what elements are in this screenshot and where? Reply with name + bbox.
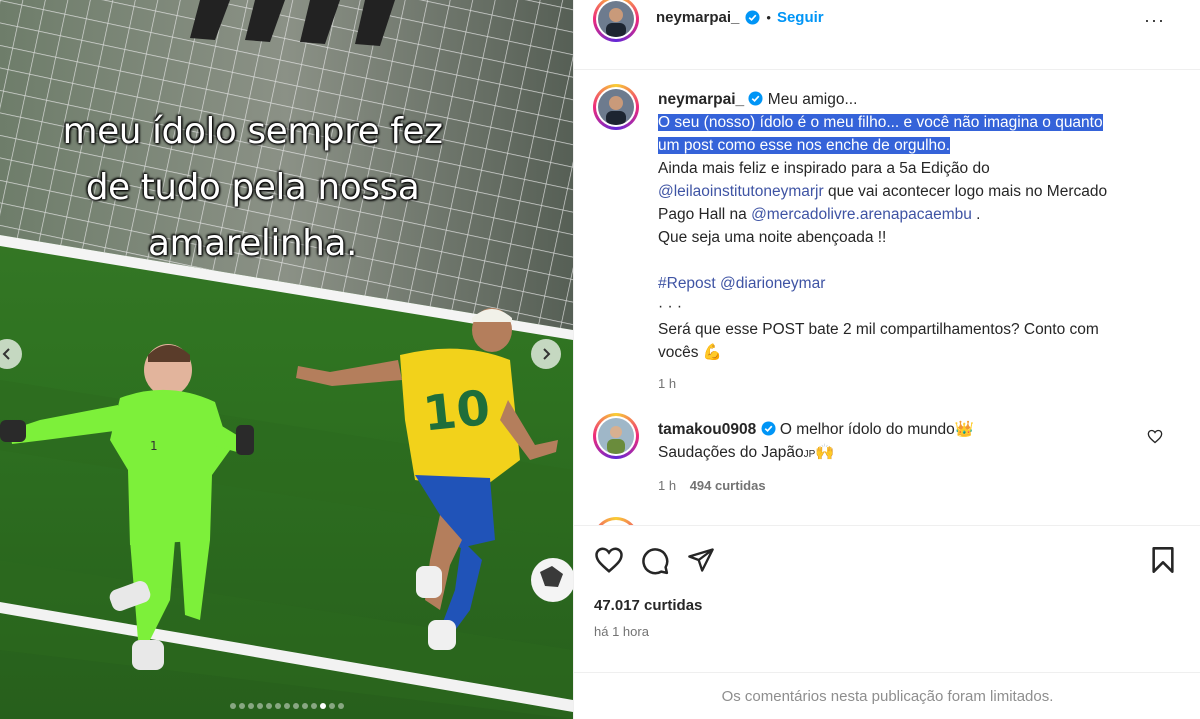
like-heart-icon[interactable]: [594, 546, 624, 574]
overlay-line-2: de tudo pela nossa: [85, 167, 420, 208]
post-time[interactable]: há 1 hora: [594, 624, 649, 639]
commenter-avatar[interactable]: [593, 413, 639, 459]
commenter-photo: [598, 418, 634, 454]
caption-time: 1 h: [658, 376, 677, 391]
caption-first-line: Meu amigo...: [767, 91, 858, 108]
post-actions: 47.017 curtidas há 1 hora Os comentários…: [574, 525, 1200, 719]
caption-line-c: Pago Hall na: [658, 206, 752, 223]
football: [531, 558, 573, 602]
carousel-next-button[interactable]: [531, 339, 561, 369]
more-options-button[interactable]: ···: [1144, 10, 1165, 31]
carousel-dot: [337, 703, 344, 709]
comments-limited-text: Os comentários nesta publicação foram li…: [721, 688, 1054, 705]
save-bookmark-icon[interactable]: [1150, 546, 1176, 574]
author-avatar[interactable]: [593, 0, 639, 42]
comment-text-2: Saudações do Japão: [658, 444, 804, 461]
video-caption-overlay: meu ídolo sempre fez de tudo pela nossa …: [0, 104, 505, 272]
carousel-dot: [229, 703, 236, 709]
carousel-dot: [265, 703, 272, 709]
author-photo: [598, 1, 634, 37]
caption-line-c-end: .: [971, 206, 981, 223]
carousel-dot: [274, 703, 281, 709]
overlay-line-1: meu ídolo sempre fez: [62, 111, 443, 152]
verified-badge-icon: [748, 91, 764, 106]
crown-icon: 👑: [954, 421, 975, 438]
comment-text-1: O melhor ídolo do mundo: [779, 421, 955, 438]
flexed-biceps-icon: 💪: [702, 344, 723, 361]
carousel-dot: [310, 703, 317, 709]
caption-line-d: Que seja uma noite abençoada !!: [658, 229, 887, 246]
likes-count[interactable]: 47.017 curtidas: [594, 597, 702, 614]
hashtag-repost-link[interactable]: #Repost: [658, 275, 716, 292]
share-paper-plane-icon[interactable]: [686, 546, 716, 574]
next-comment-avatar[interactable]: [593, 517, 639, 525]
commenter-username[interactable]: tamakou0908: [658, 421, 756, 438]
verified-badge-icon: [745, 10, 760, 25]
instagram-post-view: 1 10 meu ídolo sempre fez de tudo pela n…: [0, 0, 1200, 719]
caption-selected-line-1: O seu (nosso) ídolo é o meu filho... e v…: [658, 114, 1103, 131]
verified-badge-icon: [761, 421, 776, 436]
comment-bubble-icon[interactable]: [640, 546, 670, 576]
caption-author-photo: [598, 89, 634, 125]
carousel-dot: [238, 703, 245, 709]
carousel-dot: [256, 703, 263, 709]
follow-button[interactable]: Seguir: [777, 9, 824, 26]
carousel-dot: [328, 703, 335, 709]
mention-leilao-link[interactable]: @leilaoinstitutoneymarjr: [658, 183, 824, 200]
mention-mercadolivre-link[interactable]: @mercadolivre.arenapacaembu: [751, 206, 972, 223]
carousel-dot: [283, 703, 290, 709]
caption-line-a: Ainda mais feliz e inspirado para a 5a E…: [658, 160, 990, 177]
mention-diarioneymar-link[interactable]: @diarioneymar: [720, 275, 825, 292]
comment-item: tamakou0908 O melhor ídolo do mundo👑 Sau…: [658, 418, 1178, 497]
comment-likes[interactable]: 494 curtidas: [690, 478, 766, 493]
caption-line-b: que vai acontecer logo mais no Mercado: [823, 183, 1108, 200]
carousel-indicator: [0, 703, 573, 709]
header-separator: •: [766, 10, 771, 25]
comments-section[interactable]: neymarpai_ Meu amigo... O seu (nosso) íd…: [574, 71, 1200, 525]
keeper-number: 1: [150, 439, 158, 453]
carousel-dot: [301, 703, 308, 709]
post-caption: neymarpai_ Meu amigo... O seu (nosso) íd…: [658, 88, 1178, 395]
caption-selected-line-2: um post como esse nos enche de orgulho.: [658, 137, 951, 154]
carousel-dot: [247, 703, 254, 709]
caption-avatar[interactable]: [593, 84, 639, 130]
raising-hands-icon: 🙌: [815, 444, 835, 461]
caption-question-2: vocês: [658, 344, 699, 361]
comments-limited-notice: Os comentários nesta publicação foram li…: [574, 672, 1200, 719]
overlay-line-3: amarelinha.: [148, 223, 358, 264]
author-username[interactable]: neymarpai_: [656, 9, 739, 26]
carousel-dot: [319, 703, 326, 709]
post-header: neymarpai_ • Seguir ···: [574, 0, 1200, 70]
post-side-panel: neymarpai_ • Seguir ··· neymarpai_ Meu a…: [573, 0, 1200, 719]
comment-time: 1 h: [658, 478, 677, 493]
chevron-left-icon: [2, 348, 10, 360]
post-media[interactable]: 1 10 meu ídolo sempre fez de tudo pela n…: [0, 0, 573, 719]
striker-number: 10: [420, 380, 492, 443]
chevron-right-icon: [543, 348, 551, 360]
caption-question-1: Será que esse POST bate 2 mil compartilh…: [658, 321, 1099, 338]
comment-like-heart-icon[interactable]: [1147, 429, 1163, 444]
japan-flag-icon: JP: [803, 449, 816, 460]
caption-dots: · · ·: [658, 298, 683, 315]
caption-username[interactable]: neymarpai_: [658, 91, 744, 108]
carousel-dot: [292, 703, 299, 709]
